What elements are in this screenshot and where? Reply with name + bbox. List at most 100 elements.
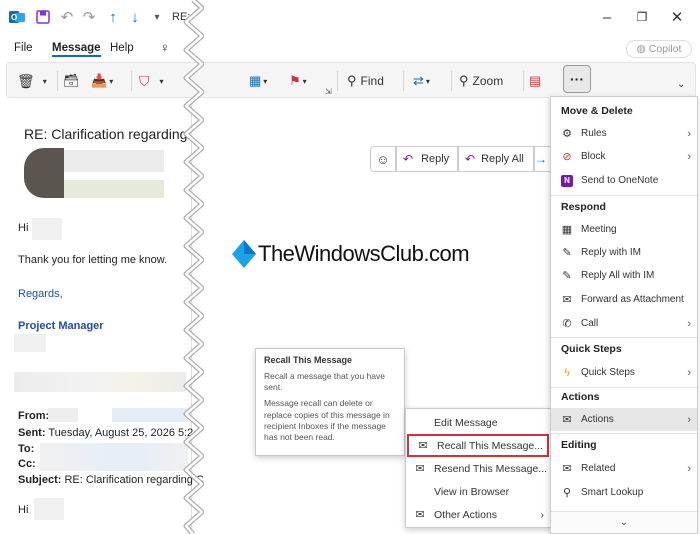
phone-icon: ✆ (562, 318, 572, 330)
menu-separator (551, 387, 697, 388)
tab-file[interactable]: File (14, 42, 33, 54)
reply-with-im-item[interactable]: ✎ Reply with IM (551, 241, 697, 264)
lightbulb-icon[interactable]: ♀ (160, 40, 170, 55)
reply-button[interactable]: ↶ Reply (396, 146, 458, 172)
chevron-down-icon: ▾ (159, 76, 164, 86)
undo-icon[interactable]: ↶ (58, 8, 76, 26)
view-in-browser-item[interactable]: View in Browser (406, 480, 550, 503)
related-item[interactable]: ✉ Related › (551, 457, 697, 480)
greeting-2: Hi (18, 504, 29, 516)
translate-button[interactable]: ⇄ ▾ (413, 70, 430, 92)
apps-button[interactable]: ▦ ▾ (249, 70, 267, 92)
more-commands-button[interactable]: ··· (563, 65, 591, 93)
flag-button[interactable]: ⚑ ▾ (289, 70, 307, 92)
onenote-icon: N (553, 174, 581, 187)
other-actions-item[interactable]: ✉ Other Actions › (406, 503, 550, 526)
chevron-right-icon: › (687, 150, 691, 163)
block-item[interactable]: ⊘ Block › (551, 145, 697, 168)
meeting-item[interactable]: ▦ Meeting (551, 218, 697, 241)
delete-button[interactable]: 🗑 ▾ (17, 70, 47, 92)
sent-line: Sent: Tuesday, August 25, 2026 5:2 (18, 427, 194, 439)
reply-icon: ↶ (403, 152, 414, 166)
watermark: TheWindowsClub.com (232, 240, 470, 268)
ribbon-expand-icon[interactable]: ⇲ (325, 87, 332, 96)
lightning-icon: ϟ (564, 366, 570, 379)
ribbon-collapse-icon[interactable]: ⌄ (677, 79, 685, 90)
email-body: Thank you for letting me know. (18, 254, 168, 266)
actions-item[interactable]: ✉ Actions › (551, 408, 697, 431)
tab-message[interactable]: Message (52, 42, 101, 57)
redacted-name (32, 218, 62, 240)
redacted-text (14, 372, 186, 392)
close-icon[interactable]: ✕ (668, 8, 686, 26)
chevron-right-icon: › (687, 366, 691, 379)
archive-button[interactable]: 🗃 (63, 70, 80, 92)
related-icon: ✉ (562, 463, 572, 475)
chevron-right-icon: › (687, 462, 691, 475)
recall-message-item[interactable]: ✉ Recall This Message... (407, 434, 549, 457)
restore-icon[interactable]: ❐ (633, 8, 651, 26)
torn-edge-divider (183, 0, 204, 534)
forward-button[interactable]: → (534, 146, 550, 172)
forward-attachment-icon: ✉ (562, 294, 572, 306)
actions-submenu: Edit Message ✉ Recall This Message... ✉ Re… (405, 408, 551, 528)
ellipsis-icon: ··· (570, 71, 584, 87)
move-icon: 📥 (91, 73, 108, 88)
reply-all-with-im-item[interactable]: ✎ Reply All with IM (551, 264, 697, 287)
menu-bar: File Message Help ♀ ◍ Copilot (0, 36, 700, 62)
quick-steps-item[interactable]: ϟ Quick Steps › (551, 361, 697, 384)
chevron-right-icon: › (687, 317, 691, 330)
reply-all-button[interactable]: ↶ Reply All (458, 146, 534, 172)
section-editing: Editing (561, 439, 597, 451)
calendar-button[interactable]: ▤ (529, 70, 541, 92)
apps-grid-icon: ▦ (249, 73, 262, 88)
menu-separator (551, 195, 697, 196)
from-label: From: (18, 410, 50, 422)
quick-access-dropdown-icon[interactable]: ▾ (148, 8, 166, 26)
smart-lookup-item[interactable]: ⚲ Smart Lookup (551, 481, 697, 504)
chevron-down-icon: ▾ (109, 76, 114, 86)
calendar-icon: ▤ (529, 73, 542, 88)
im-all-icon: ✎ (562, 270, 572, 282)
ribbon-separator (57, 71, 58, 91)
translate-icon: ⇄ (413, 73, 424, 88)
rules-item[interactable]: ⚙ Rules › (551, 122, 697, 145)
redacted-text (48, 408, 78, 422)
find-button[interactable]: ⚲ Find (347, 70, 384, 92)
save-icon[interactable] (34, 8, 52, 26)
edit-message-item[interactable]: Edit Message (406, 411, 550, 434)
chevron-down-icon: ▾ (42, 76, 47, 86)
redo-icon[interactable]: ↷ (80, 8, 98, 26)
forward-attachment-item[interactable]: ✉ Forward as Attachment (551, 288, 697, 311)
chevron-right-icon: › (540, 508, 545, 521)
chevron-right-icon: › (687, 127, 691, 140)
flag-icon: ⚑ (289, 73, 301, 88)
report-button[interactable]: ⛉ ▾ (139, 70, 164, 92)
emoji-button[interactable]: ☺ (370, 146, 396, 172)
menu-separator (551, 337, 697, 338)
scroll-more-button[interactable]: ⌄ (551, 511, 697, 533)
zoom-button[interactable]: ⚲ Zoom (459, 70, 503, 92)
move-button[interactable]: 📥 ▾ (91, 70, 113, 92)
archive-icon: 🗃 (63, 73, 80, 88)
section-respond: Respond (561, 201, 606, 213)
copilot-button[interactable]: ◍ Copilot (626, 40, 692, 58)
tab-help[interactable]: Help (110, 42, 134, 54)
down-arrow-icon[interactable]: ↓ (126, 8, 144, 26)
copilot-icon: ◍ (636, 43, 646, 55)
minimize-icon[interactable]: – (598, 8, 616, 26)
envelope-recall-icon: ✉ (418, 440, 428, 452)
up-arrow-icon[interactable]: ↑ (104, 8, 122, 26)
ribbon-separator (451, 71, 452, 91)
envelope-resend-icon: ✉ (415, 463, 425, 475)
email-subject-heading: RE: Clarification regarding (24, 126, 188, 142)
send-to-onenote-item[interactable]: N Send to OneNote (551, 169, 697, 192)
resend-message-item[interactable]: ✉ Resend This Message... (406, 457, 550, 480)
redacted-text (14, 334, 46, 352)
ribbon-separator (403, 71, 404, 91)
more-commands-dropdown: Move & Delete ⚙ Rules › ⊘ Block › N Send to O… (550, 96, 698, 534)
call-item[interactable]: ✆ Call › (551, 312, 697, 335)
other-actions-icon: ✉ (415, 509, 425, 521)
chevron-down-icon: ▾ (263, 76, 268, 86)
menu-separator (551, 433, 697, 434)
